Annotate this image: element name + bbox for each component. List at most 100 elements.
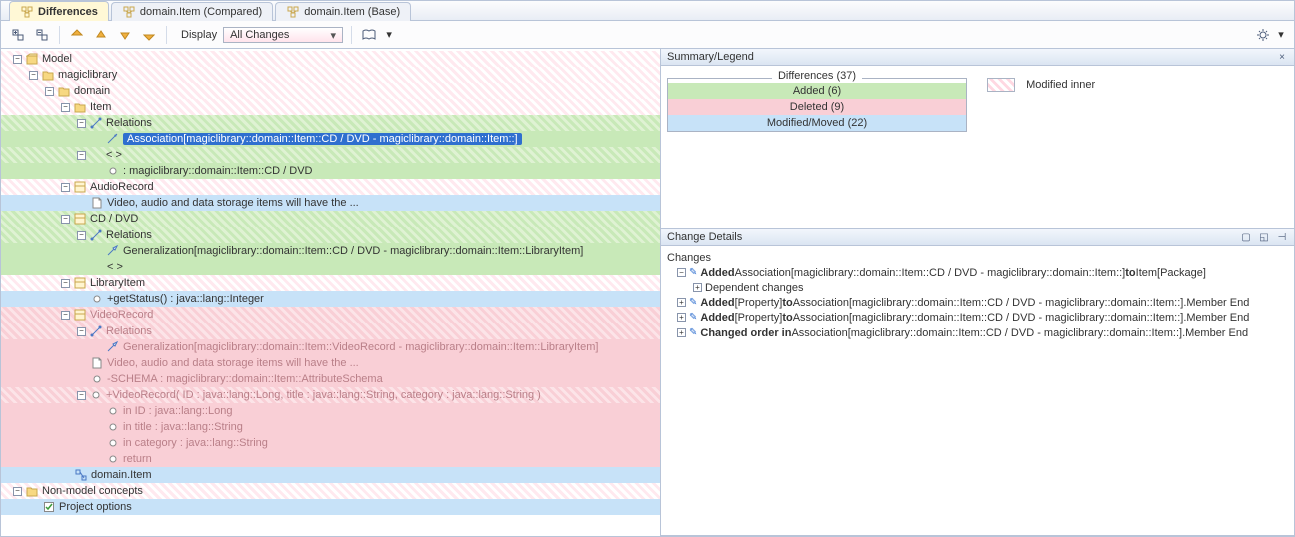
tree-toggle[interactable]: − xyxy=(77,327,86,336)
tree-node-label: CD / DVD xyxy=(90,213,138,225)
tree-node[interactable]: Project options xyxy=(1,499,660,515)
change-item[interactable]: −✎Added Association[magiclibrary::domain… xyxy=(667,265,1288,280)
tab-1[interactable]: domain.Item (Compared) xyxy=(111,2,273,21)
legend-modinner-swatch xyxy=(987,78,1015,92)
tree-node[interactable]: − Non-model concepts xyxy=(1,483,660,499)
tree-node[interactable]: − domain xyxy=(1,83,660,99)
display-filter-select[interactable]: All Changes xyxy=(223,27,343,43)
tree-node[interactable]: −LibraryItem xyxy=(1,275,660,291)
tree-node[interactable]: −Relations xyxy=(1,323,660,339)
tree-node-label: domain xyxy=(74,85,110,97)
tree-node[interactable]: in ID : java::lang::Long xyxy=(1,403,660,419)
class-icon xyxy=(73,180,87,194)
pin-icon[interactable]: ⊣ xyxy=(1276,231,1288,243)
tree-node[interactable]: −VideoRecord xyxy=(1,307,660,323)
tree-toggle[interactable]: − xyxy=(61,103,70,112)
change-text: Dependent changes xyxy=(705,282,803,294)
tree-toggle[interactable]: − xyxy=(13,487,22,496)
tree-node[interactable]: Generalization[magiclibrary::domain::Ite… xyxy=(1,339,660,355)
tree-toggle[interactable]: − xyxy=(77,151,86,160)
settings-gear-button[interactable] xyxy=(1254,26,1272,44)
tree-node[interactable]: +getStatus() : java::lang::Integer xyxy=(1,291,660,307)
tree-toggle[interactable]: + xyxy=(677,313,686,322)
tree-toggle[interactable]: − xyxy=(29,71,38,80)
tree-node-label: +VideoRecord( ID : java::lang::Long, tit… xyxy=(106,389,541,401)
tree-toggle[interactable]: + xyxy=(693,283,702,292)
change-details-tree[interactable]: Changes−✎Added Association[magiclibrary:… xyxy=(661,246,1294,535)
expand-all-button[interactable] xyxy=(9,26,27,44)
nav-prev-button[interactable] xyxy=(92,26,110,44)
tree-node[interactable]: Generalization[magiclibrary::domain::Ite… xyxy=(1,243,660,259)
tree-toggle[interactable]: − xyxy=(61,183,70,192)
change-details-title: Change Details xyxy=(667,231,742,243)
tree-node[interactable]: − +VideoRecord( ID : java::lang::Long, ti… xyxy=(1,387,660,403)
tree-node[interactable]: −Item xyxy=(1,99,660,115)
tree-node[interactable]: −Relations xyxy=(1,115,660,131)
legend-modinner-row: Modified inner xyxy=(987,78,1095,132)
book-button[interactable] xyxy=(360,26,378,44)
gen-icon xyxy=(106,244,120,258)
tab-2[interactable]: domain.Item (Base) xyxy=(275,2,411,21)
collapse-all-button[interactable] xyxy=(33,26,51,44)
tree-toggle[interactable]: − xyxy=(77,119,86,128)
tree-node[interactable]: in category : java::lang::String xyxy=(1,435,660,451)
change-item[interactable]: +✎Added [Property] to Association[magicl… xyxy=(667,310,1288,325)
tree-node[interactable]: -SCHEMA : magiclibrary::domain::Item::At… xyxy=(1,371,660,387)
book-dropdown-button[interactable]: ▾ xyxy=(384,26,394,44)
rel-icon xyxy=(89,116,103,130)
tree-node[interactable]: −Relations xyxy=(1,227,660,243)
tree-node[interactable]: < > xyxy=(1,259,660,275)
restore-icon[interactable]: ◱ xyxy=(1258,231,1270,243)
param-icon xyxy=(106,420,120,434)
tree-toggle[interactable]: + xyxy=(677,298,686,307)
settings-dropdown-button[interactable]: ▾ xyxy=(1276,26,1286,44)
change-preposition: to xyxy=(1125,267,1135,279)
nav-last-button[interactable] xyxy=(140,26,158,44)
circ-icon xyxy=(106,164,120,178)
tree-toggle[interactable]: − xyxy=(61,215,70,224)
legend-modinner-label: Modified inner xyxy=(1026,79,1095,91)
tab-0[interactable]: Differences xyxy=(9,1,109,21)
angles-icon xyxy=(90,260,104,274)
tree-node[interactable]: − < > xyxy=(1,147,660,163)
tree-node[interactable]: −Model xyxy=(1,51,660,67)
maximize-icon[interactable]: ▢ xyxy=(1240,231,1252,243)
change-item[interactable]: + Dependent changes xyxy=(667,280,1288,295)
tree-node-label: in category : java::lang::String xyxy=(123,437,268,449)
tree-node[interactable]: −magiclibrary xyxy=(1,67,660,83)
tree-node[interactable]: − CD / DVD xyxy=(1,211,660,227)
toolbar-separator xyxy=(59,26,60,44)
tree-node[interactable]: domain.Item xyxy=(1,467,660,483)
tree-toggle[interactable]: − xyxy=(61,279,70,288)
tree-node-label: < > xyxy=(106,149,122,161)
toolbar-separator xyxy=(166,26,167,44)
pencil-icon: ✎ xyxy=(689,297,697,308)
change-item[interactable]: +✎Added [Property] to Association[magicl… xyxy=(667,295,1288,310)
tree-node[interactable]: Video, audio and data storage items will… xyxy=(1,195,660,211)
tree-toggle[interactable]: − xyxy=(77,231,86,240)
tree-toggle[interactable]: − xyxy=(77,391,86,400)
tree-toggle[interactable]: − xyxy=(45,87,54,96)
tree-toggle[interactable]: + xyxy=(677,328,686,337)
tree-node-label: Non-model concepts xyxy=(42,485,143,497)
tree-node[interactable]: Association[magiclibrary::domain::Item::… xyxy=(1,131,660,147)
tree-node[interactable]: return xyxy=(1,451,660,467)
folder-icon xyxy=(25,484,39,498)
summary-legend-title: Summary/Legend xyxy=(667,51,754,63)
nav-next-button[interactable] xyxy=(116,26,134,44)
close-icon[interactable]: × xyxy=(1276,51,1288,63)
change-verb: Added xyxy=(700,267,734,279)
tree-node[interactable]: −AudioRecord xyxy=(1,179,660,195)
op-icon xyxy=(90,292,104,306)
diff-tree-pane[interactable]: −Model−magiclibrary−domain−Item−Relation… xyxy=(1,49,661,536)
folder-icon xyxy=(41,68,55,82)
tree-toggle[interactable]: − xyxy=(677,268,686,277)
nav-first-button[interactable] xyxy=(68,26,86,44)
tree-node[interactable]: in title : java::lang::String xyxy=(1,419,660,435)
tree-toggle[interactable]: − xyxy=(61,311,70,320)
change-item[interactable]: +✎Changed order in Association[magiclibr… xyxy=(667,325,1288,340)
tree-node[interactable]: : magiclibrary::domain::Item::CD / DVD xyxy=(1,163,660,179)
tree-toggle[interactable]: − xyxy=(13,55,22,64)
tree-node[interactable]: Video, audio and data storage items will… xyxy=(1,355,660,371)
class-icon xyxy=(73,308,87,322)
